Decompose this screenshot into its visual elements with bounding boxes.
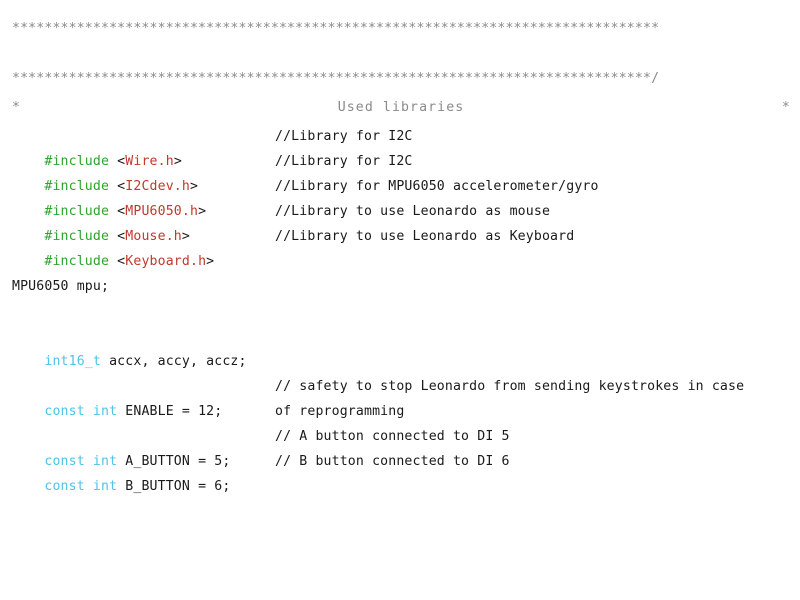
comment-const-a-button: // A button connected to DI 5 bbox=[275, 429, 510, 444]
angle-close: > bbox=[198, 204, 207, 219]
type-keyword-int16: int16_t bbox=[44, 354, 101, 369]
code-line-const-b-button: const int B_BUTTON = 6; bbox=[12, 449, 230, 524]
comment-include-keyboard: //Library to use Leonardo as Keyboard bbox=[275, 229, 575, 244]
header-name: Keyboard.h bbox=[125, 254, 207, 269]
code-line-mpu-object-declaration: MPU6050 mpu; bbox=[12, 279, 110, 294]
comment-include-mpu6050: //Library for MPU6050 accelerometer/gyro bbox=[275, 179, 599, 194]
banner-left-asterisk: * bbox=[12, 100, 21, 115]
const-name-b-button: B_BUTTON = 6; bbox=[117, 479, 231, 494]
angle-close: > bbox=[206, 254, 215, 269]
const-name-enable: ENABLE = 12; bbox=[117, 404, 223, 419]
comment-include-i2cdev: //Library for I2C bbox=[275, 154, 413, 169]
const-int-keyword: const int bbox=[44, 479, 118, 494]
comment-const-enable-wrap: of reprogramming bbox=[275, 404, 405, 419]
accel-variable-names: accx, accy, accz; bbox=[101, 354, 247, 369]
banner-right-asterisk: * bbox=[781, 100, 790, 115]
comment-include-wire: //Library for I2C bbox=[275, 129, 413, 144]
banner-top-rule: ****************************************… bbox=[12, 21, 660, 36]
comment-const-b-button: // B button connected to DI 6 bbox=[275, 454, 510, 469]
const-int-keyword: const int bbox=[44, 404, 118, 419]
comment-const-enable: // safety to stop Leonardo from sending … bbox=[275, 379, 745, 394]
banner-title: Used libraries bbox=[337, 100, 465, 115]
code-viewer: ****************************************… bbox=[0, 0, 800, 600]
banner-bottom-rule: ****************************************… bbox=[12, 71, 660, 86]
comment-include-mouse: //Library to use Leonardo as mouse bbox=[275, 204, 551, 219]
preprocessor-keyword: #include bbox=[44, 254, 110, 269]
